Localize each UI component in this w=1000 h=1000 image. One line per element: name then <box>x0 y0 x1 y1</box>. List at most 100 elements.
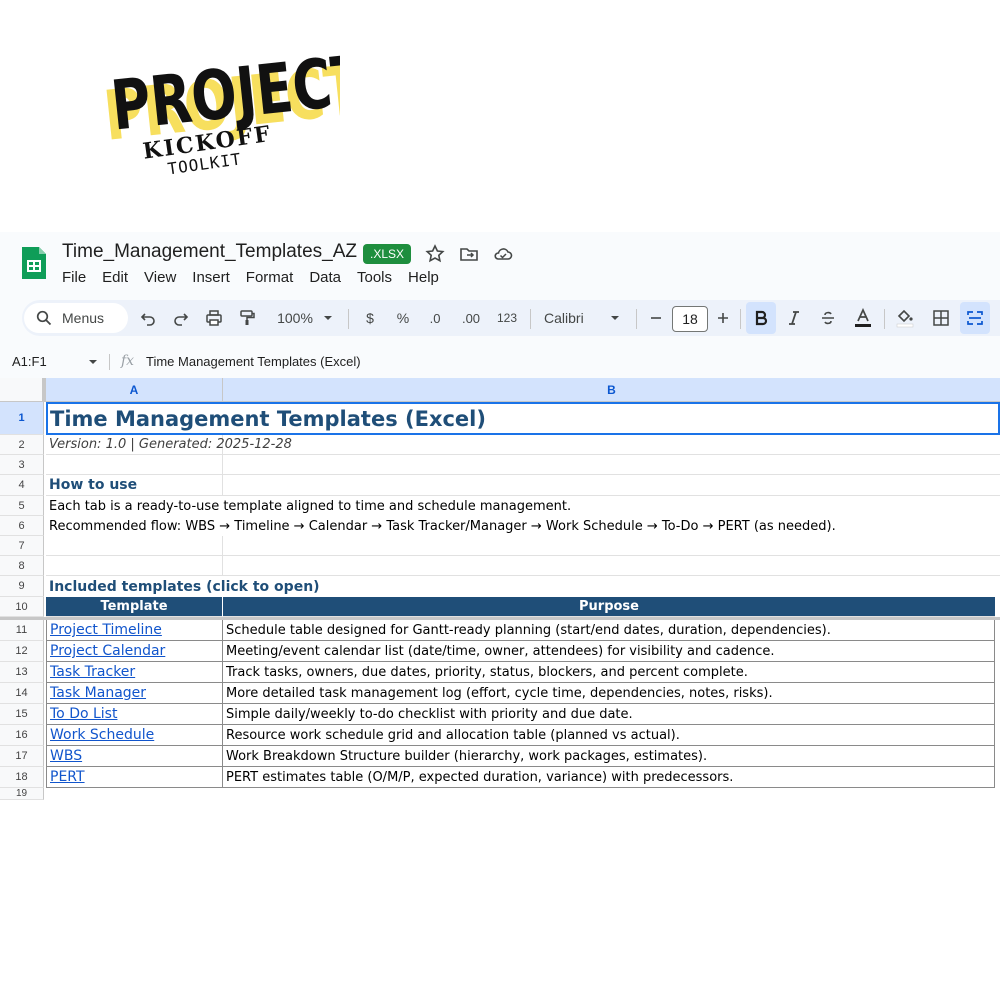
row-number[interactable]: 9 <box>0 576 44 597</box>
cell-b7[interactable] <box>223 536 1000 556</box>
merge-cells-button[interactable] <box>960 302 990 334</box>
template-link[interactable]: Work Schedule <box>50 727 154 743</box>
template-link[interactable]: Project Calendar <box>50 643 165 659</box>
template-link[interactable]: PERT <box>50 769 85 785</box>
menu-edit[interactable]: Edit <box>102 269 128 286</box>
undo-button[interactable] <box>134 300 162 336</box>
star-icon[interactable] <box>424 243 446 265</box>
template-purpose-cell[interactable]: Schedule table designed for Gantt-ready … <box>223 620 995 641</box>
template-name-cell[interactable]: Project Timeline <box>46 620 223 641</box>
template-purpose-cell[interactable]: More detailed task management log (effor… <box>223 683 995 704</box>
bold-button[interactable] <box>746 302 776 334</box>
redo-button[interactable] <box>167 300 195 336</box>
template-link[interactable]: WBS <box>50 748 82 764</box>
cell-b8[interactable] <box>223 556 1000 576</box>
template-purpose-cell[interactable]: Simple daily/weekly to-do checklist with… <box>223 704 995 725</box>
row-number[interactable]: 8 <box>0 556 44 576</box>
menu-file[interactable]: File <box>62 269 86 286</box>
template-name-cell[interactable]: Project Calendar <box>46 641 223 662</box>
header-purpose[interactable]: Purpose <box>223 597 995 617</box>
template-name-cell[interactable]: To Do List <box>46 704 223 725</box>
row-number[interactable]: 7 <box>0 536 44 556</box>
move-folder-icon[interactable] <box>458 243 480 265</box>
row-number[interactable]: 3 <box>0 455 44 475</box>
row-number[interactable]: 2 <box>0 435 44 455</box>
menu-tools[interactable]: Tools <box>357 269 392 286</box>
row-number[interactable]: 13 <box>0 662 44 683</box>
cell-b4[interactable] <box>223 475 1000 496</box>
name-box[interactable]: A1:F1 <box>12 354 47 369</box>
menu-format[interactable]: Format <box>246 269 294 286</box>
menu-help[interactable]: Help <box>408 269 439 286</box>
menu-insert[interactable]: Insert <box>192 269 230 286</box>
row-number[interactable]: 5 <box>0 496 44 516</box>
row-number[interactable]: 19 <box>0 788 44 800</box>
template-purpose-cell[interactable]: Track tasks, owners, due dates, priority… <box>223 662 995 683</box>
template-name-cell[interactable]: Task Tracker <box>46 662 223 683</box>
cell-a3[interactable] <box>46 455 223 475</box>
row-number[interactable]: 11 <box>0 620 44 641</box>
formula-input[interactable]: Time Management Templates (Excel) <box>146 354 361 369</box>
row-number[interactable]: 14 <box>0 683 44 704</box>
row-number[interactable]: 17 <box>0 746 44 767</box>
borders-button[interactable] <box>926 300 956 336</box>
cell-a5[interactable]: Each tab is a ready-to-use template alig… <box>46 496 1000 516</box>
column-header-a[interactable]: A <box>46 378 223 402</box>
increase-font-size-button[interactable] <box>711 300 735 336</box>
row-number[interactable]: 4 <box>0 475 44 496</box>
sheets-logo-icon[interactable] <box>20 245 48 281</box>
document-title[interactable]: Time_Management_Templates_AZ <box>62 241 357 263</box>
row-number[interactable]: 6 <box>0 516 44 536</box>
decrease-font-size-button[interactable] <box>644 300 668 336</box>
cell-a8[interactable] <box>46 556 223 576</box>
print-button[interactable] <box>200 300 228 336</box>
menu-view[interactable]: View <box>144 269 176 286</box>
cell-a2[interactable]: Version: 1.0 | Generated: 2025-12-28 <box>46 435 292 455</box>
template-name-cell[interactable]: Task Manager <box>46 683 223 704</box>
template-link[interactable]: To Do List <box>50 706 117 722</box>
select-all-corner[interactable] <box>0 378 46 402</box>
template-purpose-cell[interactable]: Resource work schedule grid and allocati… <box>223 725 995 746</box>
row-number[interactable]: 18 <box>0 767 44 788</box>
currency-format-button[interactable]: $ <box>358 300 382 336</box>
template-purpose-cell[interactable]: Meeting/event calendar list (date/time, … <box>223 641 995 662</box>
strikethrough-button[interactable] <box>814 300 842 336</box>
merged-title-cell[interactable]: Time Management Templates (Excel) <box>46 402 1000 435</box>
row-number[interactable]: 12 <box>0 641 44 662</box>
font-family-select[interactable]: Calibri <box>538 300 634 336</box>
column-header-b[interactable]: B <box>223 378 1000 402</box>
search-menus-button[interactable]: Menus <box>24 303 128 333</box>
template-name-cell[interactable]: Work Schedule <box>46 725 223 746</box>
zoom-select[interactable]: 100% <box>270 300 340 336</box>
header-template[interactable]: Template <box>46 597 223 617</box>
decrease-decimal-button[interactable]: .0 <box>422 300 448 336</box>
cell-a6[interactable]: Recommended flow: WBS → Timeline → Calen… <box>46 516 1000 536</box>
italic-button[interactable] <box>780 300 808 336</box>
cell-b2[interactable] <box>223 435 1000 455</box>
cell-a9[interactable]: Included templates (click to open) <box>46 576 1000 597</box>
number-format-button[interactable]: 123 <box>492 300 522 336</box>
row-number[interactable]: 10 <box>0 597 44 617</box>
percent-format-button[interactable]: % <box>391 300 415 336</box>
template-name-cell[interactable]: WBS <box>46 746 223 767</box>
cell-b3[interactable] <box>223 455 1000 475</box>
row-number[interactable]: 15 <box>0 704 44 725</box>
font-size-input[interactable]: 18 <box>672 306 708 332</box>
row-number[interactable]: 1 <box>0 402 44 435</box>
cloud-saved-icon[interactable] <box>492 243 514 265</box>
template-link[interactable]: Project Timeline <box>50 622 162 638</box>
cell-a4[interactable]: How to use <box>46 475 223 496</box>
increase-decimal-button[interactable]: .00 <box>456 300 486 336</box>
row-number[interactable]: 16 <box>0 725 44 746</box>
template-link[interactable]: Task Manager <box>50 685 146 701</box>
template-purpose-cell[interactable]: Work Breakdown Structure builder (hierar… <box>223 746 995 767</box>
paint-format-button[interactable] <box>233 300 261 336</box>
template-name-cell[interactable]: PERT <box>46 767 223 788</box>
menu-data[interactable]: Data <box>309 269 341 286</box>
text-color-button[interactable] <box>848 300 878 336</box>
chevron-down-icon[interactable] <box>88 359 98 365</box>
cell-a7[interactable] <box>46 536 223 556</box>
template-purpose-cell[interactable]: PERT estimates table (O/M/P, expected du… <box>223 767 995 788</box>
template-link[interactable]: Task Tracker <box>50 664 135 680</box>
fill-color-button[interactable] <box>890 300 920 336</box>
